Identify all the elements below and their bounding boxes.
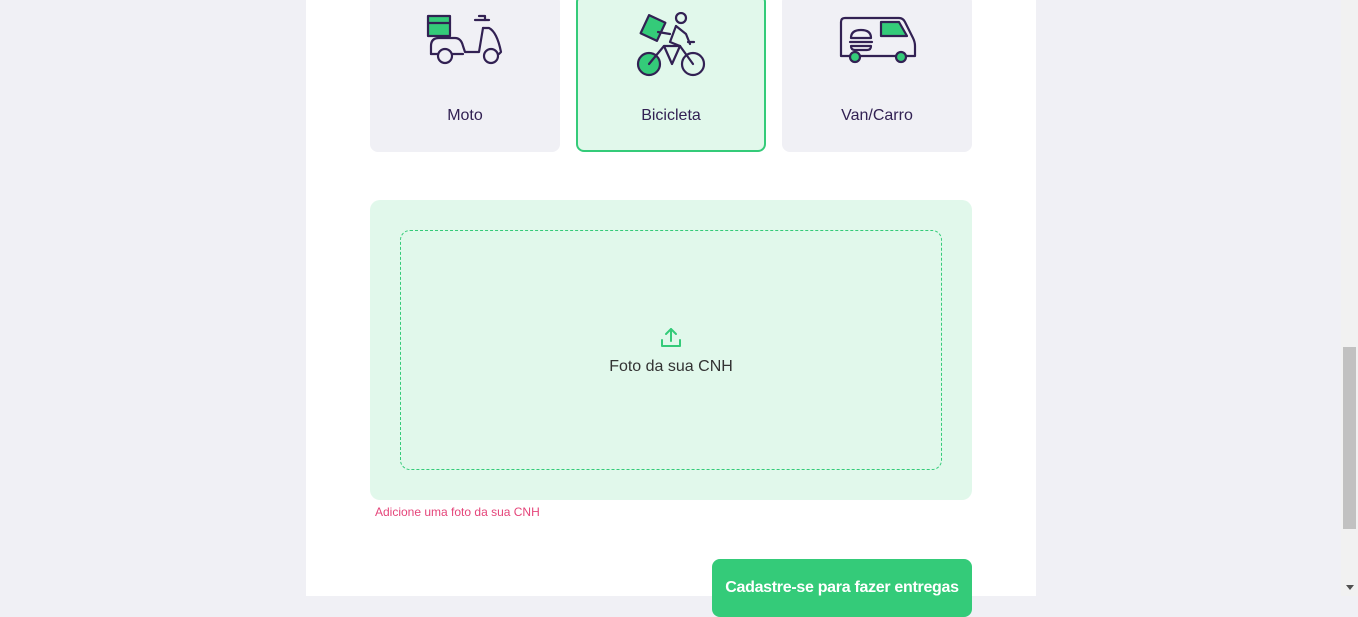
scooter-icon xyxy=(370,12,560,82)
van-icon xyxy=(782,12,972,82)
submit-button-label: Cadastre-se para fazer entregas xyxy=(725,579,959,596)
upload-icon xyxy=(660,326,682,353)
upload-label: Foto da sua CNH xyxy=(609,358,733,375)
submit-button[interactable]: Cadastre-se para fazer entregas xyxy=(712,559,972,617)
scrollbar-thumb[interactable] xyxy=(1343,347,1356,529)
vehicle-option-moto[interactable]: Moto xyxy=(370,0,560,152)
vehicle-option-van-carro[interactable]: Van/Carro xyxy=(782,0,972,152)
vehicle-label-moto: Moto xyxy=(447,107,483,124)
upload-error-message: Adicione uma foto da sua CNH xyxy=(375,505,540,519)
upload-panel: Foto da sua CNH xyxy=(370,200,972,500)
scroll-down-arrow-icon[interactable] xyxy=(1344,583,1355,591)
vehicle-label-van-carro: Van/Carro xyxy=(841,107,913,124)
vehicle-label-bicicleta: Bicicleta xyxy=(641,107,701,124)
vehicle-option-bicicleta[interactable]: Bicicleta xyxy=(576,0,766,152)
cnh-dropzone[interactable]: Foto da sua CNH xyxy=(400,230,942,470)
bicycle-courier-icon xyxy=(578,12,764,82)
